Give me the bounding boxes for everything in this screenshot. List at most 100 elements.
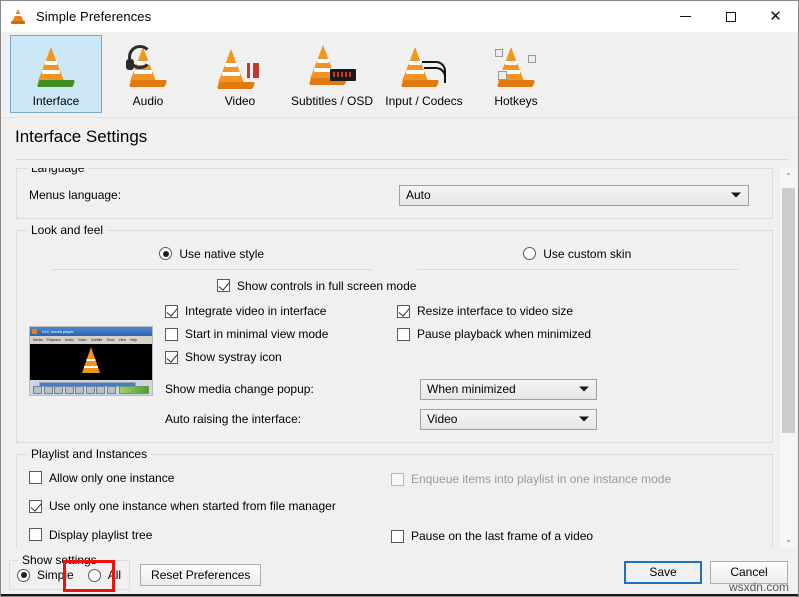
checkbox-label: Start in minimal view mode bbox=[185, 327, 329, 342]
vlc-cone-keys-icon bbox=[490, 41, 542, 93]
category-hotkeys[interactable]: Hotkeys bbox=[470, 35, 562, 113]
playlist-instances-group: Playlist and Instances Allow only one in… bbox=[16, 446, 773, 548]
scrollbar-thumb[interactable] bbox=[782, 187, 795, 433]
category-toolbar: Interface Audio Video Subtitles / OSD In… bbox=[1, 32, 798, 118]
page-title: Interface Settings bbox=[15, 127, 148, 146]
checkbox-resize-interface[interactable]: Resize interface to video size bbox=[397, 304, 573, 318]
checkbox-label: Resize interface to video size bbox=[417, 304, 574, 319]
checkbox-indicator bbox=[391, 472, 404, 486]
category-input-codecs[interactable]: Input / Codecs bbox=[378, 35, 470, 113]
checkbox-enqueue-items: Enqueue items into playlist in one insta… bbox=[391, 472, 671, 486]
preview-menu-item: Video bbox=[77, 338, 87, 343]
checkbox-indicator bbox=[397, 304, 410, 318]
reset-preferences-button[interactable]: Reset Preferences bbox=[140, 564, 262, 586]
language-group-legend: Language bbox=[27, 167, 89, 175]
scroll-down-button[interactable]: ⌄ bbox=[780, 531, 797, 548]
preview-menu-item: View bbox=[118, 338, 126, 343]
checkbox-show-systray-icon[interactable]: Show systray icon bbox=[165, 350, 282, 364]
media-change-popup-label: Show media change popup: bbox=[165, 382, 314, 397]
checkbox-indicator bbox=[29, 499, 42, 513]
checkbox-label: Integrate video in interface bbox=[185, 304, 327, 319]
page-title-area: Interface Settings bbox=[1, 118, 798, 153]
category-label: Interface bbox=[32, 94, 80, 108]
checkbox-label: Pause on the last frame of a video bbox=[411, 529, 594, 544]
interface-preview-image: VLC media player Media Playback Audio Vi… bbox=[29, 326, 153, 397]
checkbox-show-controls-fullscreen[interactable]: Show controls in full screen mode bbox=[217, 279, 416, 293]
checkbox-pause-when-minimized[interactable]: Pause playback when minimized bbox=[397, 327, 591, 341]
radio-show-settings-all[interactable]: All bbox=[87, 568, 122, 582]
category-subtitles-osd[interactable]: Subtitles / OSD bbox=[286, 35, 378, 113]
checkbox-start-minimal-view[interactable]: Start in minimal view mode bbox=[165, 327, 328, 341]
menus-language-label: Menus language: bbox=[29, 188, 122, 203]
options-column-right: Resize interface to video size Pause pla… bbox=[397, 304, 760, 367]
category-label: Input / Codecs bbox=[385, 94, 463, 108]
radio-indicator bbox=[523, 247, 537, 261]
close-icon: ✕ bbox=[769, 7, 782, 25]
show-settings-legend: Show settings bbox=[18, 553, 101, 567]
reset-preferences-label: Reset Preferences bbox=[151, 568, 251, 582]
save-label: Save bbox=[649, 565, 677, 579]
auto-raising-combobox[interactable]: Video bbox=[420, 408, 597, 430]
settings-content: Language Menus language: Auto Look and f… bbox=[2, 167, 779, 548]
preview-menu-item: Media bbox=[33, 338, 43, 343]
radio-show-settings-simple[interactable]: Simple bbox=[17, 568, 74, 582]
window-controls: ✕ bbox=[663, 1, 798, 32]
auto-raising-row: Auto raising the interface: Video bbox=[165, 408, 760, 430]
vlc-cone-cables-icon bbox=[398, 41, 450, 93]
checkbox-integrate-video[interactable]: Integrate video in interface bbox=[165, 304, 326, 318]
radio-label: Use native style bbox=[179, 246, 265, 261]
category-interface[interactable]: Interface bbox=[10, 35, 102, 113]
radio-use-custom-skin[interactable]: Use custom skin bbox=[523, 247, 631, 261]
media-change-popup-combobox[interactable]: When minimized bbox=[420, 378, 597, 400]
radio-use-native-style[interactable]: Use native style bbox=[159, 247, 264, 261]
save-button[interactable]: Save bbox=[624, 560, 702, 584]
checkbox-display-playlist-tree[interactable]: Display playlist tree bbox=[29, 528, 152, 542]
options-column-left: Integrate video in interface Start in mi… bbox=[165, 304, 397, 367]
playlist-group-legend: Playlist and Instances bbox=[27, 446, 152, 461]
category-video[interactable]: Video bbox=[194, 35, 286, 113]
playlist-row-1: Allow only one instance Enqueue items in… bbox=[29, 471, 760, 488]
preview-volume-slider bbox=[119, 386, 149, 395]
look-and-feel-group: Look and feel Use native style Use custo… bbox=[16, 222, 773, 443]
media-change-popup-row: Show media change popup: When minimized bbox=[165, 378, 760, 400]
vlc-cone-green-icon bbox=[30, 41, 82, 93]
checkbox-allow-one-instance[interactable]: Allow only one instance bbox=[29, 471, 174, 485]
bottom-bar: Show settings Simple All Reset Preferenc… bbox=[1, 548, 798, 596]
scroll-up-button[interactable]: ⌃ bbox=[780, 168, 797, 185]
window-title: Simple Preferences bbox=[36, 9, 152, 24]
checkbox-label: Show systray icon bbox=[185, 350, 282, 365]
watermark: wsxdn.com bbox=[728, 580, 789, 594]
checkbox-label: Use only one instance when started from … bbox=[49, 499, 336, 514]
menus-language-value: Auto bbox=[406, 188, 431, 203]
preview-menubar: Media Playback Audio Video Subtitle Tool… bbox=[30, 336, 152, 345]
preview-video-area bbox=[30, 344, 152, 381]
radio-label: All bbox=[107, 568, 122, 582]
cancel-label: Cancel bbox=[730, 565, 768, 579]
chevron-up-icon: ⌃ bbox=[785, 171, 792, 181]
radio-label: Simple bbox=[37, 568, 74, 582]
category-audio[interactable]: Audio bbox=[102, 35, 194, 113]
look-and-feel-options: Integrate video in interface Start in mi… bbox=[165, 304, 760, 430]
checkbox-indicator bbox=[29, 528, 42, 542]
radio-label: Use custom skin bbox=[543, 246, 632, 261]
minimize-button[interactable] bbox=[663, 1, 708, 32]
maximize-button[interactable] bbox=[708, 1, 753, 32]
vlc-cone-headphones-icon bbox=[122, 41, 174, 93]
preview-window-title: VLC media player bbox=[42, 329, 74, 335]
vlc-cone-glasses-popcorn-icon bbox=[214, 41, 266, 93]
menus-language-combobox[interactable]: Auto bbox=[399, 184, 749, 206]
title-divider bbox=[15, 159, 788, 160]
checkbox-one-instance-file-manager[interactable]: Use only one instance when started from … bbox=[29, 499, 336, 513]
preview-menu-item: Help bbox=[129, 338, 138, 343]
checkbox-label: Pause playback when minimized bbox=[417, 327, 592, 342]
vertical-scrollbar[interactable]: ⌃ ⌄ bbox=[779, 167, 797, 548]
language-group: Language Menus language: Auto bbox=[16, 167, 773, 219]
checkbox-label: Display playlist tree bbox=[49, 527, 153, 542]
radio-indicator bbox=[87, 568, 101, 582]
category-label: Hotkeys bbox=[494, 94, 538, 108]
playlist-row-3: Display playlist tree Pause on the last … bbox=[29, 528, 760, 545]
style-divider-right bbox=[416, 268, 738, 270]
chevron-down-icon bbox=[579, 416, 589, 422]
close-button[interactable]: ✕ bbox=[753, 1, 798, 32]
checkbox-pause-last-frame[interactable]: Pause on the last frame of a video bbox=[391, 529, 593, 543]
